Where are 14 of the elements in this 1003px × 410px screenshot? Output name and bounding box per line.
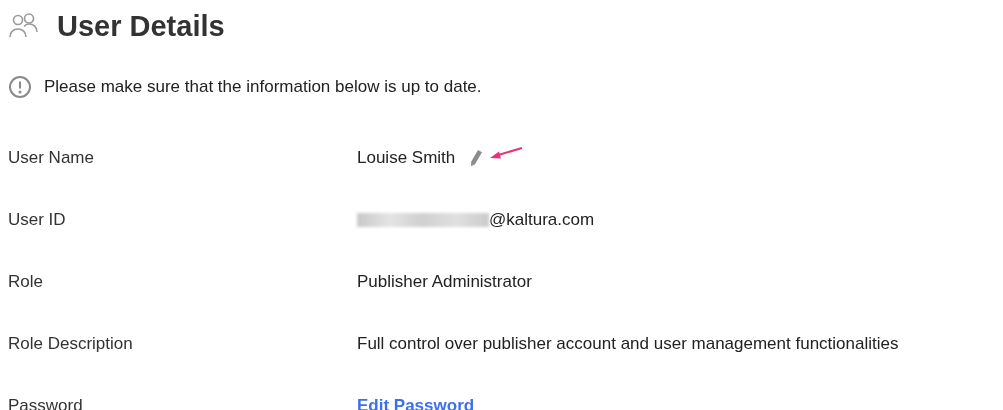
field-value: Publisher Administrator: [357, 272, 532, 292]
field-value: Full control over publisher account and user management functionalities: [357, 334, 899, 354]
field-value: @kaltura.com: [489, 210, 595, 230]
notice-text: Please make sure that the information below is up to date.: [44, 77, 482, 97]
field-label: Role Description: [8, 334, 134, 354]
field-label: User Name: [8, 148, 95, 168]
field-label: Role: [8, 272, 44, 292]
page-title: User Details: [57, 9, 225, 43]
annotation-arrow: [489, 147, 524, 161]
field-value: Louise Smith: [357, 148, 456, 168]
info-icon: [8, 75, 32, 99]
users-icon: [9, 13, 39, 39]
field-label: User ID: [8, 210, 67, 230]
pencil-icon[interactable]: [469, 149, 484, 167]
